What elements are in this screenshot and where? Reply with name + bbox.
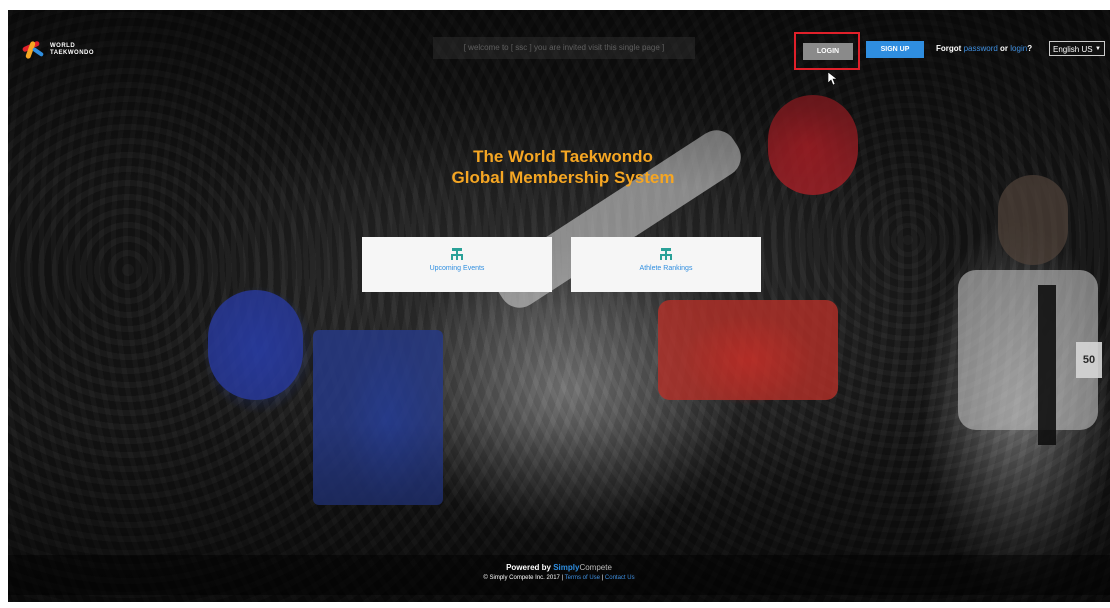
copyright-text: © Simply Compete Inc. 2017 | <box>483 575 564 581</box>
powered-by-text: Powered by <box>506 563 551 572</box>
brand-compete: Compete <box>579 563 612 572</box>
login-button[interactable]: LOGIN <box>803 43 853 60</box>
forgot-password-link[interactable]: password <box>964 44 998 53</box>
language-value: English US <box>1053 45 1093 54</box>
brand-simply: Simply <box>553 563 580 572</box>
footer: Powered by SimplyCompete © Simply Compet… <box>8 555 1110 595</box>
screenshot-frame: 50 WORLD TAEKWONDO [ welcome to [ ssc ] … <box>0 0 1110 608</box>
page-title: The World Taekwondo Global Membership Sy… <box>408 146 718 188</box>
logo-wordmark: WORLD TAEKWONDO <box>50 43 94 57</box>
signup-button[interactable]: SIGN UP <box>866 41 924 58</box>
org-chart-icon <box>451 248 463 260</box>
powered-by: Powered by SimplyCompete <box>8 563 1110 572</box>
footer-legal: © Simply Compete Inc. 2017 | Terms of Us… <box>8 575 1110 581</box>
athlete-rankings-card[interactable]: Athlete Rankings <box>571 237 761 292</box>
hero-background: 50 WORLD TAEKWONDO [ welcome to [ ssc ] … <box>8 10 1110 602</box>
language-select[interactable]: English US ▼ <box>1049 41 1105 56</box>
vignette-overlay <box>8 10 1110 602</box>
world-taekwondo-logo[interactable]: WORLD TAEKWONDO <box>20 38 94 62</box>
wt-logo-icon <box>20 38 45 62</box>
forgot-or: or <box>1000 44 1009 53</box>
terms-of-use-link[interactable]: Terms of Use <box>565 575 600 581</box>
caret-down-icon: ▼ <box>1095 46 1101 52</box>
org-chart-icon <box>660 248 672 260</box>
logo-line-1: WORLD <box>50 43 76 49</box>
forgot-login-link[interactable]: login <box>1010 44 1027 53</box>
footer-separator: | <box>601 575 604 581</box>
login-highlight-box: LOGIN <box>794 32 860 70</box>
mouse-cursor-icon <box>828 72 838 86</box>
upcoming-events-label: Upcoming Events <box>429 265 485 272</box>
athlete-rankings-label: Athlete Rankings <box>639 265 693 272</box>
forgot-credentials: Forgot password or login? <box>936 44 1032 53</box>
forgot-suffix: ? <box>1027 44 1033 53</box>
title-line-2: Global Membership System <box>451 168 675 187</box>
forgot-prefix: Forgot <box>936 44 962 53</box>
logo-line-2: TAEKWONDO <box>50 50 95 56</box>
title-line-1: The World Taekwondo <box>473 147 653 166</box>
upcoming-events-card[interactable]: Upcoming Events <box>362 237 552 292</box>
faint-welcome-banner: [ welcome to [ ssc ] you are invited vis… <box>433 37 695 59</box>
contact-us-link[interactable]: Contact Us <box>605 575 635 581</box>
